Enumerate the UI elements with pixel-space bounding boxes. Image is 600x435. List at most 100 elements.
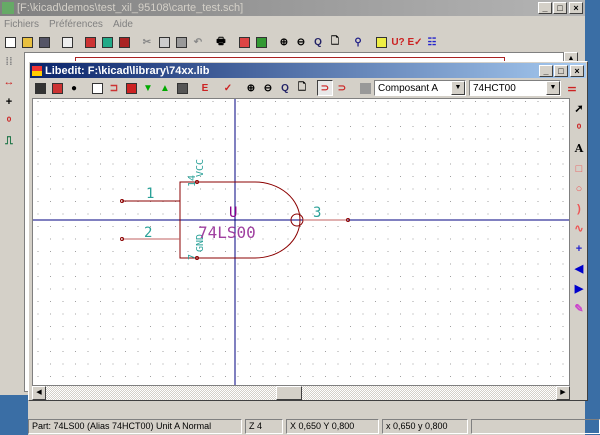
right-toolbar: ➚ ⁰ A □ ○ ) ∿ + ◀ ▶ ✎: [570, 99, 588, 319]
demorgan-icon[interactable]: ⊃: [334, 80, 350, 96]
cursor-icon[interactable]: +: [0, 92, 18, 111]
check-icon[interactable]: E✓: [407, 34, 423, 50]
open-icon[interactable]: [19, 34, 35, 50]
add-text-icon[interactable]: A: [570, 139, 588, 158]
normal-convert-icon[interactable]: ⊃: [317, 80, 333, 96]
zoom-in-icon[interactable]: ⊕: [243, 80, 259, 96]
minimize-button[interactable]: _: [538, 2, 552, 14]
zoom-out-icon[interactable]: ⊖: [293, 34, 309, 50]
add-rectangle-icon[interactable]: □: [570, 159, 588, 178]
schematic-drawing: 1 2 3 14 VCC 7 GND U 74LS00: [33, 99, 569, 385]
main-toolbar: ✂ ↶ 🖶 ⊕ ⊖ Q 🗋 ⚲ U? E✓ ☷: [0, 33, 585, 51]
pin-7-number: 7: [187, 254, 198, 260]
library-editor-icon[interactable]: [82, 34, 98, 50]
export-drawing-icon[interactable]: ▶: [570, 279, 588, 298]
delete-part-icon[interactable]: ●: [66, 80, 82, 96]
libedit-canvas[interactable]: 1 2 3 14 VCC 7 GND U 74LS00: [32, 98, 570, 386]
libedit-minimize-button[interactable]: _: [539, 65, 553, 77]
main-title-bar: [F:\kicad\demos\test_xil_95108\carte_tes…: [0, 0, 585, 16]
create-lib-icon[interactable]: [174, 80, 190, 96]
desktop: [0, 395, 28, 435]
close-button[interactable]: ×: [569, 2, 583, 14]
copy-icon[interactable]: [156, 34, 172, 50]
bus-icon[interactable]: ⎍: [0, 132, 18, 151]
paste-icon[interactable]: [173, 34, 189, 50]
select-arrow-icon[interactable]: ➚: [570, 99, 588, 118]
menu-fichiers[interactable]: Fichiers: [4, 19, 39, 30]
test-icon[interactable]: ✓: [220, 80, 236, 96]
value-text: 74LS00: [198, 223, 256, 242]
scroll-thumb[interactable]: [276, 386, 302, 400]
zoom-out-icon[interactable]: ⊖: [260, 80, 276, 96]
libedit-toolbar: ● ⊐ ▼ ▲ E ✓ ⊕ ⊖ Q 🗋 ⊃ ⊃ Composant A ▼ 74H…: [30, 78, 586, 98]
erc-icon[interactable]: U?: [390, 34, 406, 50]
status-extra: [471, 419, 600, 434]
scroll-left-button[interactable]: ◀: [32, 386, 46, 400]
find-icon[interactable]: ⚲: [350, 34, 366, 50]
main-title: [F:\kicad\demos\test_xil_95108\carte_tes…: [17, 2, 243, 14]
zoom-fit-icon[interactable]: 🗋: [294, 80, 310, 96]
eraser-icon[interactable]: ✎: [570, 299, 588, 318]
menu-bar: Fichiers Préférences Aide: [0, 16, 585, 33]
chevron-down-icon: ▼: [451, 81, 465, 95]
hierarchy-icon[interactable]: [116, 34, 132, 50]
grid-icon[interactable]: ⁞⁞: [0, 52, 18, 71]
zoom-redraw-icon[interactable]: Q: [277, 80, 293, 96]
cut-icon[interactable]: ✂: [139, 34, 155, 50]
zoom-redraw-icon[interactable]: Q: [310, 34, 326, 50]
add-pin-icon[interactable]: ⁰: [570, 119, 588, 138]
library-browser-icon[interactable]: [99, 34, 115, 50]
maximize-button[interactable]: □: [553, 2, 567, 14]
pin-14-name: VCC: [195, 159, 206, 177]
add-polyline-icon[interactable]: ∿: [570, 219, 588, 238]
libedit-maximize-button[interactable]: □: [554, 65, 568, 77]
netlist-icon[interactable]: [236, 34, 252, 50]
sheet-icon[interactable]: [59, 34, 75, 50]
new-part-icon[interactable]: [89, 80, 105, 96]
new-icon[interactable]: [2, 34, 18, 50]
pin-icon[interactable]: ⁰: [0, 112, 18, 131]
unit-select-value: Composant A: [378, 83, 438, 94]
save-all-icon[interactable]: [36, 34, 52, 50]
libedit-close-button[interactable]: ×: [570, 65, 584, 77]
select-lib-icon[interactable]: [49, 80, 65, 96]
pin-2-number: 2: [144, 225, 152, 241]
status-abs-coords: X 0,650 Y 0,800: [286, 419, 379, 434]
units-icon[interactable]: ↔: [0, 72, 18, 91]
status-rel-coords: x 0,650 y 0,800: [382, 419, 468, 434]
edit-part-icon[interactable]: E: [197, 80, 213, 96]
app-icon: [2, 2, 14, 14]
export-icon[interactable]: ▲: [157, 80, 173, 96]
annotate-icon[interactable]: [373, 34, 389, 50]
status-zoom: Z 4: [245, 419, 283, 434]
add-circle-icon[interactable]: ○: [570, 179, 588, 198]
bom-icon[interactable]: ☷: [424, 34, 440, 50]
undo-icon[interactable]: ↶: [190, 34, 206, 50]
anchor-icon[interactable]: +: [570, 239, 588, 258]
save-lib-icon[interactable]: [32, 80, 48, 96]
zoom-fit-icon[interactable]: 🗋: [327, 34, 343, 50]
alias-select-value: 74HCT00: [473, 83, 516, 94]
pcb-icon[interactable]: [253, 34, 269, 50]
load-part-icon[interactable]: ⊐: [106, 80, 122, 96]
alias-select[interactable]: 74HCT00▼: [469, 80, 561, 96]
datasheet-icon[interactable]: [357, 80, 373, 96]
import-drawing-icon[interactable]: ◀: [570, 259, 588, 278]
menu-aide[interactable]: Aide: [113, 19, 133, 30]
menu-preferences[interactable]: Préférences: [49, 19, 103, 30]
libedit-window: Libedit: F:\kicad\library\74xx.lib _ □ ×…: [28, 61, 588, 401]
reference-text: U: [229, 205, 237, 221]
add-arc-icon[interactable]: ): [570, 199, 588, 218]
scroll-right-button[interactable]: ▶: [556, 386, 570, 400]
status-bar: Part: 74LS00 (Alias 74HCT00) Unit A Norm…: [28, 419, 600, 434]
grid: [33, 99, 569, 385]
unit-select[interactable]: Composant A ▼: [374, 80, 466, 96]
horizontal-scrollbar[interactable]: ◀ ▶: [32, 386, 570, 400]
libedit-icon: [32, 66, 42, 76]
left-toolbar: ⁞⁞ ↔ + ⁰ ⎍: [0, 52, 22, 152]
print-icon[interactable]: 🖶: [213, 34, 229, 50]
import-icon[interactable]: ▼: [140, 80, 156, 96]
update-part-icon[interactable]: [123, 80, 139, 96]
zoom-in-icon[interactable]: ⊕: [276, 34, 292, 50]
pin-table-icon[interactable]: ⚌: [564, 80, 580, 96]
